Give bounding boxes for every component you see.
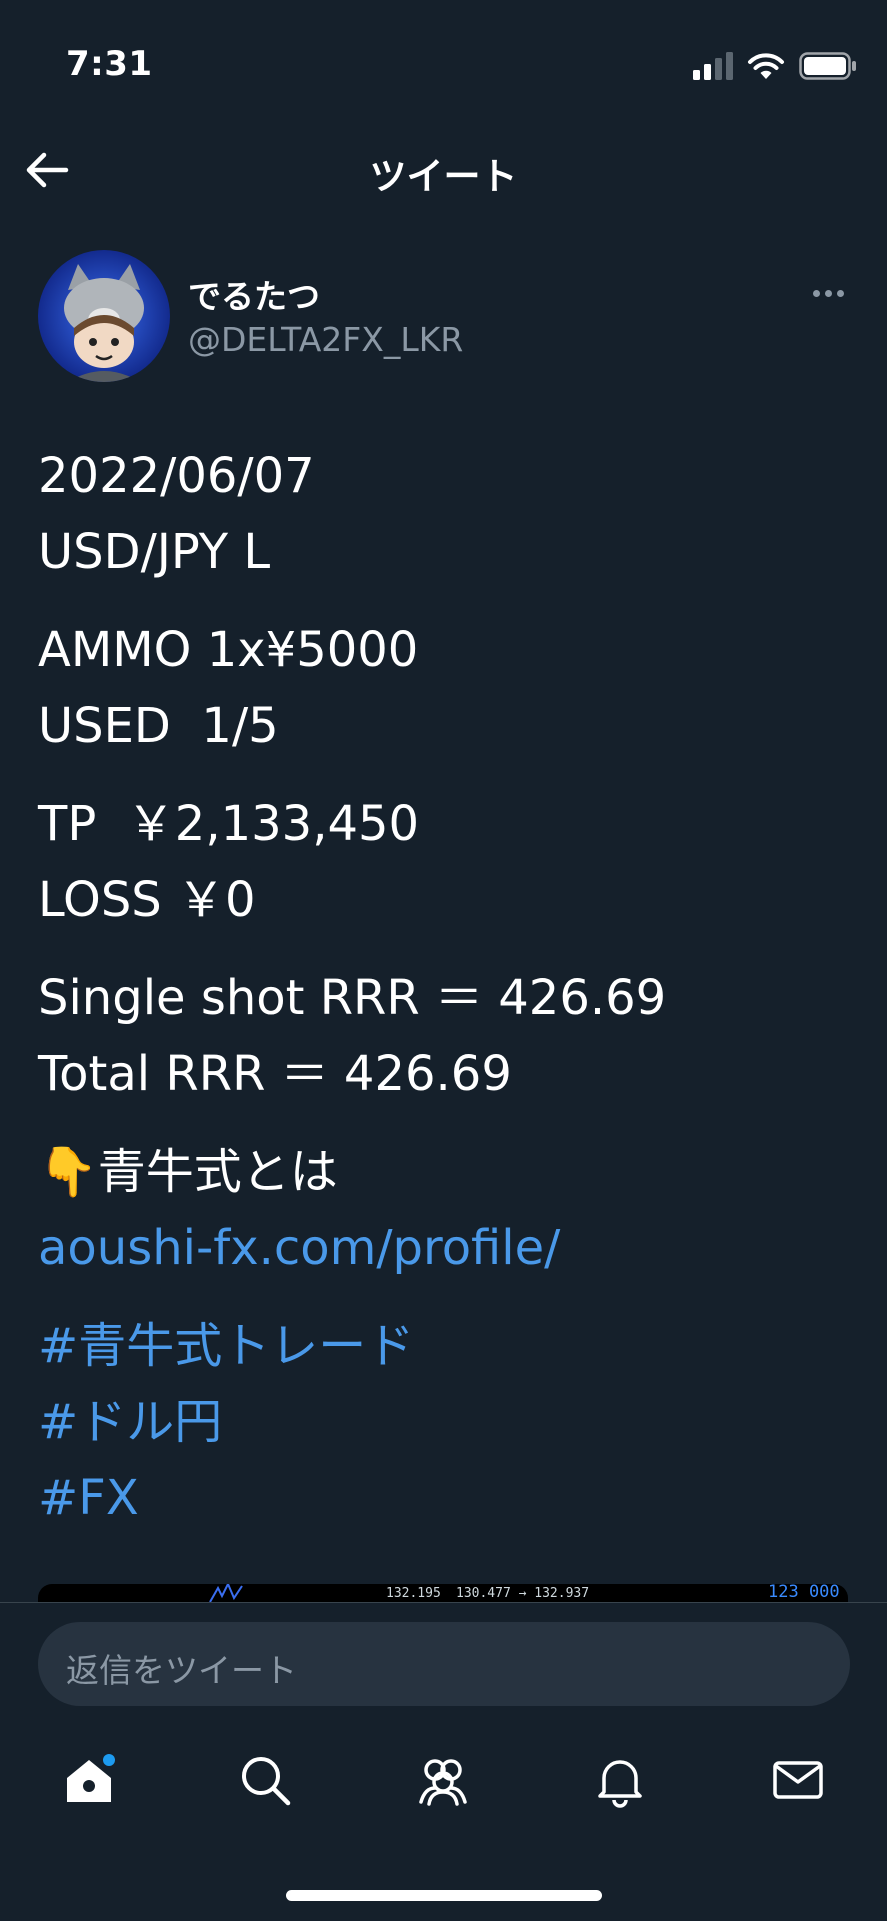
- tweet-text: 2022/06/07 USD/JPY L AMMO 1x¥5000 USED 1…: [38, 438, 858, 1558]
- hashtag-list: #青牛式トレード #ドル円 #FX: [38, 1308, 858, 1536]
- dot-icon: [824, 289, 832, 297]
- tweet-paragraph: TP ￥2,133,450 LOSS ￥0: [38, 786, 858, 938]
- tweet-paragraph: AMMO 1x¥5000 USED 1/5: [38, 612, 858, 764]
- tab-search[interactable]: [237, 1752, 293, 1808]
- tab-communities[interactable]: [415, 1752, 471, 1808]
- hashtag-link[interactable]: #ドル円: [38, 1384, 858, 1460]
- tweet-line: 👇青牛式とは: [38, 1144, 338, 1200]
- tweet-line: USD/JPY L: [38, 524, 271, 580]
- home-icon: [67, 1754, 115, 1802]
- avatar[interactable]: [38, 250, 170, 382]
- notifications-icon: [598, 1760, 642, 1808]
- status-time: 7:31: [66, 44, 153, 84]
- cellular-signal-icon: [693, 52, 733, 80]
- page-title: ツイート: [369, 155, 518, 198]
- tweet-line: 2022/06/07: [38, 448, 315, 504]
- search-icon: [242, 1757, 291, 1806]
- tweet-image-preview[interactable]: 132.195 130.477 → 132.937 123 000: [38, 1584, 848, 1602]
- chart-tick-label: 123 000: [768, 1584, 840, 1602]
- communities-icon: [419, 1759, 467, 1806]
- tweet-line: TP ￥2,133,450: [38, 796, 420, 852]
- battery-icon: [799, 52, 856, 80]
- tweet-paragraph: Single shot RRR ＝ 426.69 Total RRR ＝ 426…: [38, 960, 858, 1112]
- wifi-icon: [748, 53, 784, 79]
- tab-notifications[interactable]: [592, 1752, 648, 1808]
- hashtag-link[interactable]: #青牛式トレード: [38, 1308, 858, 1384]
- tweet-line: AMMO 1x¥5000: [38, 622, 419, 678]
- tab-messages[interactable]: [770, 1752, 826, 1808]
- chart-tick-label: 130.477 → 132.937: [456, 1586, 590, 1601]
- reply-placeholder: 返信をツイート: [66, 1651, 297, 1690]
- tweet-line: USED 1/5: [38, 698, 279, 754]
- hashtag-link[interactable]: #FX: [38, 1460, 858, 1536]
- author-display-name[interactable]: でるたつ: [188, 270, 320, 318]
- more-options-button[interactable]: [808, 278, 848, 308]
- home-indicator[interactable]: [286, 1890, 602, 1901]
- chart-tick-label: 132.195: [386, 1586, 441, 1601]
- tweet-line: Total RRR ＝ 426.69: [38, 1046, 512, 1102]
- tweet-paragraph: 2022/06/07 USD/JPY L: [38, 438, 858, 590]
- profile-link[interactable]: aoushi-fx.com/profile/: [38, 1210, 858, 1286]
- status-icons: [693, 48, 857, 84]
- messages-icon: [773, 1761, 823, 1799]
- tab-home[interactable]: [61, 1752, 117, 1808]
- tweet-line: LOSS ￥0: [38, 872, 256, 928]
- author-handle[interactable]: @DELTA2FX_LKR: [188, 320, 463, 359]
- chart-line-icon: [209, 1584, 243, 1602]
- tweet-paragraph: 👇青牛式とは aoushi-fx.com/profile/: [38, 1134, 858, 1286]
- dot-icon: [836, 289, 844, 297]
- dot-icon: [812, 289, 820, 297]
- tweet-line: Single shot RRR ＝ 426.69: [38, 970, 667, 1026]
